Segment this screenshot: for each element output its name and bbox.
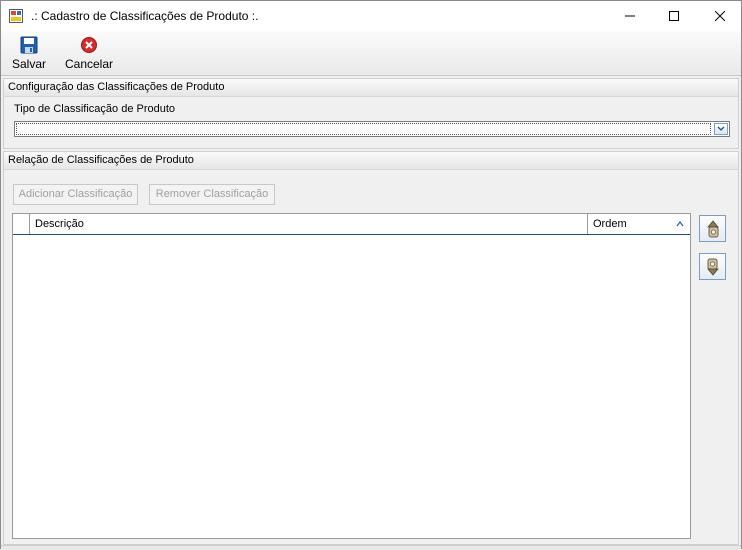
maximize-button[interactable] xyxy=(651,1,697,31)
move-down-button[interactable] xyxy=(699,253,726,280)
minimize-icon xyxy=(625,15,635,17)
close-icon xyxy=(715,11,725,21)
move-up-button[interactable] xyxy=(699,215,726,242)
row-selector-header[interactable] xyxy=(13,214,30,234)
move-up-icon xyxy=(706,219,719,237)
column-header-ordem[interactable]: Ordem xyxy=(589,214,690,234)
status-bar xyxy=(1,545,741,550)
classification-grid[interactable]: Descrição Ordem xyxy=(12,213,691,539)
close-button[interactable] xyxy=(697,1,742,31)
tipo-classificacao-select[interactable] xyxy=(14,121,730,137)
toolbar: Salvar Cancelar xyxy=(1,31,741,76)
maximize-icon xyxy=(669,11,679,21)
sort-ascending-icon xyxy=(676,221,684,227)
add-classification-button[interactable]: Adicionar Classificação xyxy=(13,184,138,205)
config-group: Configuração das Classificações de Produ… xyxy=(3,78,739,149)
move-down-icon xyxy=(706,258,719,276)
tipo-classificacao-value xyxy=(16,123,711,135)
grid-header: Descrição Ordem xyxy=(13,214,690,235)
window-title: .: Cadastro de Classificações de Produto… xyxy=(31,9,259,23)
column-header-descricao[interactable]: Descrição xyxy=(31,214,588,234)
floppy-disk-icon xyxy=(20,36,38,54)
cancel-x-icon xyxy=(81,37,97,53)
relation-group-header: Relação de Classificações de Produto xyxy=(4,152,738,170)
minimize-button[interactable] xyxy=(607,1,653,31)
app-window: .: Cadastro de Classificações de Produto… xyxy=(0,0,742,550)
cancel-label: Cancelar xyxy=(64,57,114,71)
relation-group: Relação de Classificações de Produto Adi… xyxy=(3,151,739,545)
save-button[interactable]: Salvar xyxy=(9,34,49,72)
form-icon xyxy=(9,9,23,23)
cancel-button[interactable]: Cancelar xyxy=(63,34,115,72)
save-label: Salvar xyxy=(11,57,46,71)
config-group-header: Configuração das Classificações de Produ… xyxy=(4,79,738,97)
chevron-down-icon xyxy=(717,126,725,131)
title-bar: .: Cadastro de Classificações de Produto… xyxy=(1,1,741,31)
tipo-classificacao-label: Tipo de Classificação de Produto xyxy=(14,103,176,115)
dropdown-button[interactable] xyxy=(714,123,728,135)
column-header-ordem-label: Ordem xyxy=(593,218,627,230)
remove-classification-button[interactable]: Remover Classificação xyxy=(149,184,275,205)
